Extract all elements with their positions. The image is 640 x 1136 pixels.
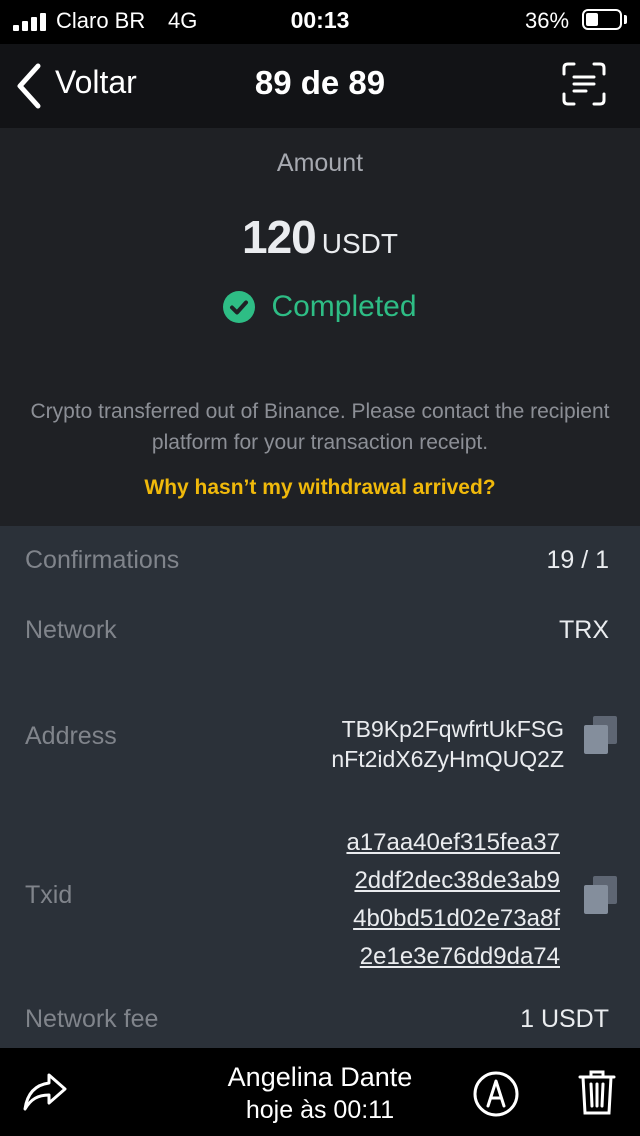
copy-address-icon[interactable] [584, 716, 618, 756]
help-link[interactable]: Why hasn’t my withdrawal arrived? [0, 476, 640, 500]
page-title: 89 de 89 [254, 64, 386, 101]
txid-line[interactable]: 2ddf2dec38de3ab9 [346, 862, 560, 900]
amount-value: 120 [242, 211, 317, 263]
address-line: nFt2idX6ZyHmQUQ2Z [331, 746, 564, 772]
confirmations-value: 19 / 1 [546, 546, 609, 574]
address-value: TB9Kp2FqwfrtUkFSG nFt2idX6ZyHmQUQ2Z [331, 714, 564, 774]
confirmations-label: Confirmations [25, 546, 180, 574]
amount-unit: USDT [321, 228, 398, 259]
battery-percent: 36% [525, 8, 570, 33]
scan-text-icon[interactable] [562, 62, 606, 106]
address-line: TB9Kp2FqwfrtUkFSG [341, 716, 564, 742]
amount-display: 120 USDT [0, 210, 640, 264]
copy-txid-icon[interactable] [584, 876, 618, 916]
bottom-toolbar: Angelina Dante hoje às 00:11 [0, 1048, 640, 1136]
trash-icon[interactable] [578, 1068, 616, 1116]
network-fee-value: 1 USDT [520, 1005, 609, 1033]
message-timestamp: hoje às 00:11 [245, 1096, 395, 1124]
network-value: TRX [559, 616, 609, 644]
markup-icon[interactable] [472, 1070, 520, 1118]
battery-icon [582, 9, 622, 30]
txid-line[interactable]: 4b0bd51d02e73a8f [346, 900, 560, 938]
txid-line[interactable]: 2e1e3e76dd9da74 [346, 938, 560, 976]
status-row: Completed [0, 290, 640, 324]
transaction-details: Confirmations 19 / 1 Network TRX Address… [0, 526, 640, 1048]
description-text: Crypto transferred out of Binance. Pleas… [30, 400, 610, 454]
amount-label: Amount [276, 149, 364, 177]
txid-line[interactable]: a17aa40ef315fea37 [346, 824, 560, 862]
txid-label: Txid [25, 881, 73, 909]
network-label: Network [25, 616, 117, 644]
navigation-bar: Voltar 89 de 89 [0, 44, 640, 128]
status-text: Completed [271, 290, 417, 323]
withdrawal-summary: Amount 120 USDT Completed Crypto transfer… [0, 128, 640, 526]
network-fee-label: Network fee [25, 1005, 159, 1033]
status-bar: Claro BR 4G 00:13 36% [0, 0, 640, 44]
sender-name: Angelina Dante [227, 1062, 413, 1092]
battery-tip [624, 15, 627, 24]
txid-link[interactable]: a17aa40ef315fea37 2ddf2dec38de3ab9 4b0bd… [346, 824, 560, 976]
address-label: Address [25, 722, 117, 750]
check-circle-icon [223, 291, 256, 323]
